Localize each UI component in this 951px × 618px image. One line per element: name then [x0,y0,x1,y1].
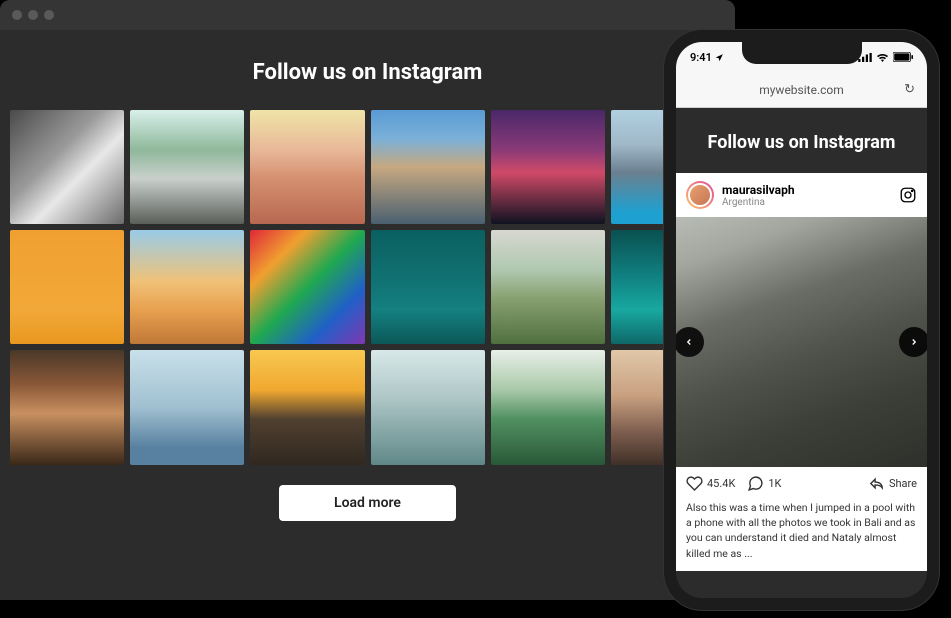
share-label: Share [889,477,917,490]
grid-item[interactable] [130,350,244,464]
browser-content: Follow us on Instagram Load more [0,30,735,541]
window-control-minimize[interactable] [28,10,38,20]
window-control-maximize[interactable] [44,10,54,20]
grid-item[interactable] [250,230,364,344]
grid-item[interactable] [10,350,124,464]
phone-screen: 9:41 mywebsite.com ↻ Follow us on Instag… [676,42,927,598]
grid-item[interactable] [250,350,364,464]
grid-item[interactable] [491,110,605,224]
browser-window: Follow us on Instagram Load more [0,0,735,600]
post-header: maurasilvaph Argentina [676,173,927,217]
page-heading: Follow us on Instagram [10,60,725,85]
phone-notch [742,42,862,64]
comment-count: 1K [768,477,781,490]
heart-icon [686,475,703,492]
comment-action[interactable]: 1K [747,475,781,492]
grid-item[interactable] [491,350,605,464]
post-location: Argentina [722,197,891,208]
grid-item[interactable] [130,230,244,344]
carousel-prev-button[interactable] [676,327,704,357]
wifi-icon [876,53,889,62]
share-action[interactable]: Share [868,475,917,492]
post-image[interactable] [676,217,927,467]
url-text: mywebsite.com [759,83,844,97]
instagram-icon[interactable] [899,186,917,204]
chevron-right-icon [909,337,919,347]
grid-item[interactable] [130,110,244,224]
load-more-button[interactable]: Load more [279,485,456,521]
grid-item[interactable] [10,110,124,224]
grid-item[interactable] [371,110,485,224]
grid-item[interactable] [10,230,124,344]
url-bar[interactable]: mywebsite.com ↻ [676,72,927,108]
battery-icon [893,52,913,62]
avatar[interactable] [686,181,714,209]
status-time: 9:41 [690,51,712,64]
browser-titlebar [0,0,735,30]
chevron-left-icon [684,337,694,347]
post-caption: Also this was a time when I jumped in a … [676,500,927,571]
share-icon [868,475,885,492]
post-user-block[interactable]: maurasilvaph Argentina [722,183,891,208]
post-username: maurasilvaph [722,183,891,197]
phone-heading: Follow us on Instagram [676,108,927,173]
location-icon [715,53,724,62]
instagram-post: maurasilvaph Argentina 45.4K [676,173,927,571]
like-action[interactable]: 45.4K [686,475,735,492]
refresh-icon[interactable]: ↻ [904,82,915,97]
instagram-grid [10,110,725,465]
comment-icon [747,475,764,492]
grid-item[interactable] [491,230,605,344]
grid-item[interactable] [250,110,364,224]
post-actions: 45.4K 1K Share [676,467,927,500]
phone-frame: 9:41 mywebsite.com ↻ Follow us on Instag… [664,30,939,610]
grid-item[interactable] [371,350,485,464]
like-count: 45.4K [707,477,735,490]
window-control-close[interactable] [12,10,22,20]
grid-item[interactable] [371,230,485,344]
carousel-next-button[interactable] [899,327,927,357]
